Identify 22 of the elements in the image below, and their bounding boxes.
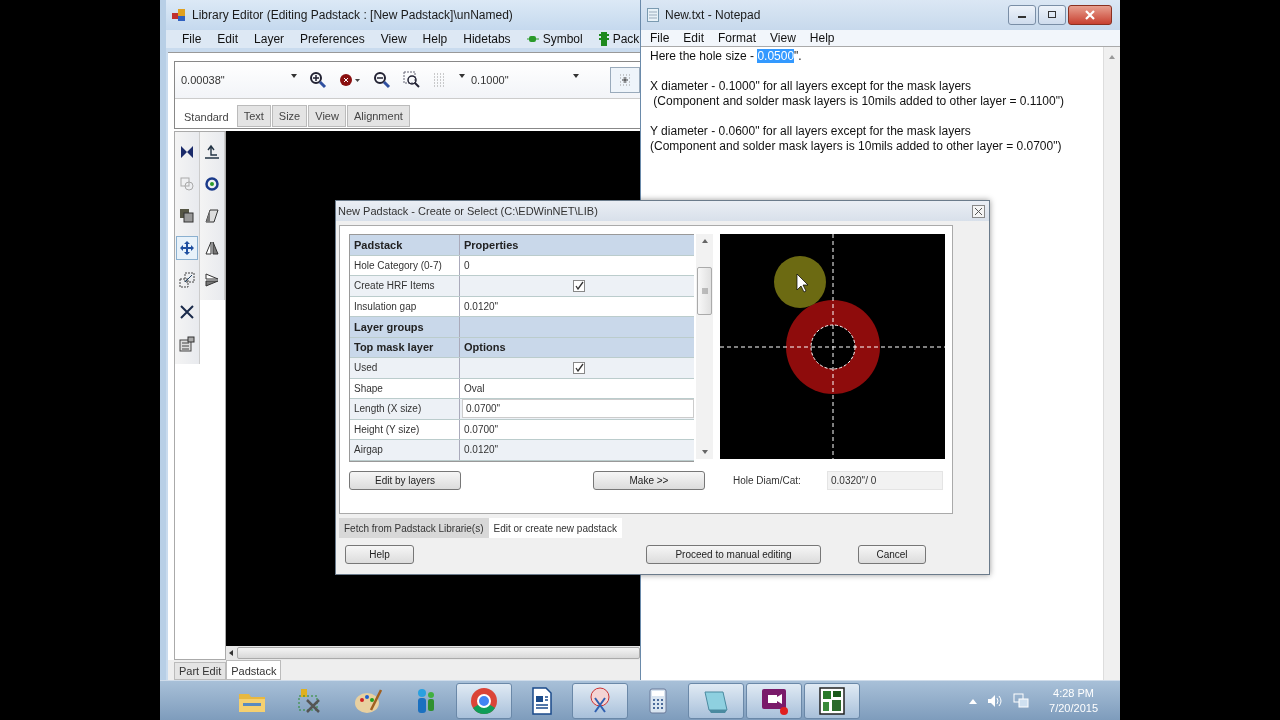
group-header: Layer groups xyxy=(350,317,460,337)
text-line: (Component and solder mask layers is 10mils added to other layer = 0.0700") xyxy=(650,139,1062,154)
group-header: Top mask layer xyxy=(350,337,460,357)
property-label: Hole Category (0-7) xyxy=(350,255,460,275)
property-label: Used xyxy=(350,358,460,378)
text-line: Y diameter - 0.0600" for all layers except for the mask layers xyxy=(650,124,971,139)
text-line: (Component and solder mask layers is 10mils added to other layer = 0.1100") xyxy=(652,94,1064,109)
hole-label: Hole Diam/Cat: xyxy=(733,474,802,486)
hole-value-field: 0.0320"/ 0 xyxy=(827,470,943,490)
dialog-title: New Padstack - Create or Select (C:\EDWinNET\LIB) xyxy=(338,205,598,217)
property-label: Insulation gap xyxy=(350,296,460,316)
window-title: Library Editor (Editing Padstack : [New Padstack]\unNamed) xyxy=(192,8,513,22)
text-line: X diameter - 0.1000" for all layers except for the mask layers xyxy=(650,79,972,94)
group-header: Properties xyxy=(463,237,520,253)
property-label: Height (Y size) xyxy=(350,419,460,439)
property-label: Length (X size) xyxy=(350,399,460,419)
window-title: New.txt - Notepad xyxy=(665,8,761,22)
property-label: Shape xyxy=(350,378,460,398)
group-header: Options xyxy=(463,340,507,356)
property-label: Create HRF Items xyxy=(350,276,460,296)
group-header: Padstack xyxy=(350,235,460,255)
property-label: Airgap xyxy=(350,440,460,460)
